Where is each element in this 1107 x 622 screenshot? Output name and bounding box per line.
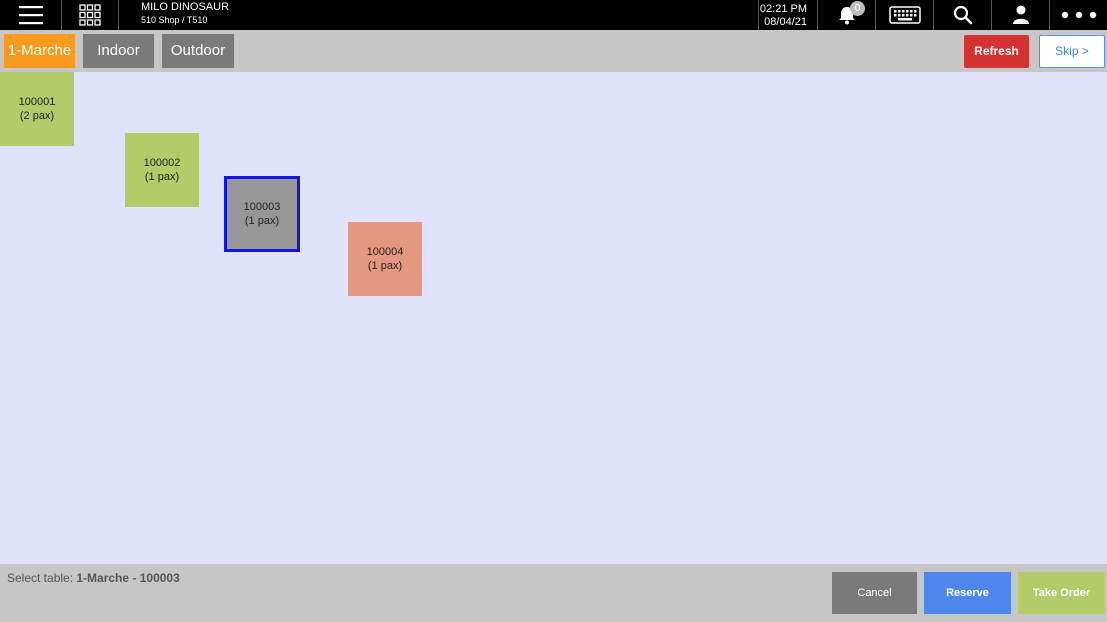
selected-table-text: Select table: 1-Marche - 100003	[7, 571, 180, 585]
table-100001[interactable]: 100001 (2 pax)	[0, 72, 74, 146]
table-pax: (2 pax)	[19, 110, 55, 122]
table-100004[interactable]: 100004 (1 pax)	[348, 222, 422, 296]
skip-button[interactable]: Skip >	[1039, 35, 1105, 68]
user-icon	[1012, 5, 1029, 24]
floor-plan: 100001 (2 pax) 100002 (1 pax) 100003 (1 …	[0, 72, 1107, 564]
cancel-button[interactable]: Cancel	[832, 572, 917, 614]
tab-indoor[interactable]: Indoor	[83, 34, 154, 68]
table-id: 100001	[18, 96, 56, 108]
menu-button[interactable]	[0, 0, 62, 30]
table-pax: (1 pax)	[244, 215, 280, 227]
shop-name: MILO DINOSAUR	[141, 1, 230, 13]
datetime: 02:21 PM 08/04/21	[759, 0, 818, 30]
reserve-button[interactable]: Reserve	[924, 572, 1011, 614]
notifications-button[interactable]: 0	[818, 0, 876, 30]
search-button[interactable]	[934, 0, 992, 30]
tab-1-marche[interactable]: 1-Marche	[4, 34, 75, 68]
search-icon	[953, 5, 972, 25]
keyboard-button[interactable]	[876, 0, 934, 30]
apps-button[interactable]	[62, 0, 119, 30]
shop-info: MILO DINOSAUR 510 Shop / T510	[119, 0, 759, 30]
time-text: 02:21 PM	[759, 2, 807, 15]
more-icon	[1061, 11, 1096, 19]
table-id: 100002	[143, 157, 181, 169]
shop-sub: 510 Shop / T510	[141, 15, 208, 25]
select-value: 1-Marche - 100003	[76, 571, 180, 585]
top-bar: MILO DINOSAUR 510 Shop / T510 02:21 PM 0…	[0, 0, 1107, 30]
select-label: Select table:	[7, 571, 77, 585]
table-100002[interactable]: 100002 (1 pax)	[125, 133, 199, 207]
refresh-button[interactable]: Refresh	[964, 35, 1029, 68]
table-100003[interactable]: 100003 (1 pax)	[224, 176, 300, 252]
more-button[interactable]	[1050, 0, 1107, 30]
apps-grid-icon	[79, 4, 101, 26]
keyboard-icon	[888, 6, 921, 24]
table-id: 100003	[243, 201, 281, 213]
menu-icon	[18, 6, 43, 25]
table-id: 100004	[366, 246, 404, 258]
take-order-button[interactable]: Take Order	[1018, 572, 1105, 614]
user-button[interactable]	[992, 0, 1050, 30]
table-pax: (1 pax)	[367, 260, 403, 272]
date-text: 08/04/21	[764, 15, 807, 28]
tab-outdoor[interactable]: Outdoor	[162, 34, 234, 68]
table-pax: (1 pax)	[144, 171, 180, 183]
bottom-bar: Select table: 1-Marche - 100003 Cancel R…	[0, 564, 1107, 622]
area-tab-bar: 1-Marche Indoor Outdoor Refresh Skip >	[0, 30, 1107, 72]
notification-badge: 0	[850, 1, 865, 16]
